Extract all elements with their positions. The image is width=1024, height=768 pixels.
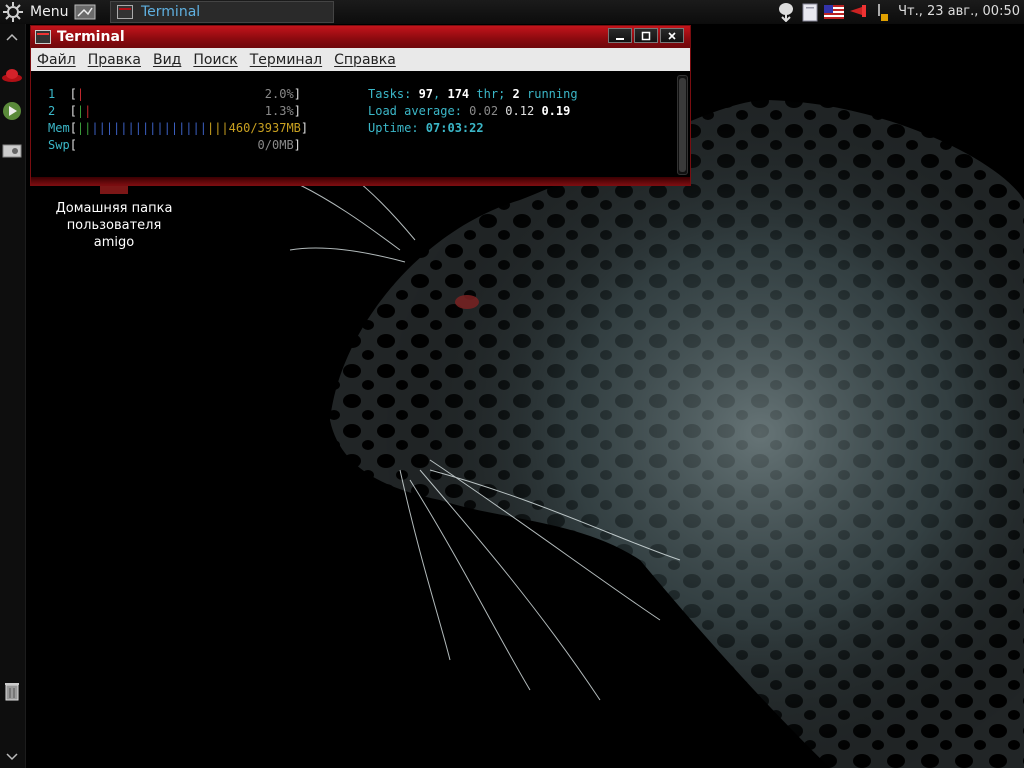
cpu2-value: 1.3% bbox=[264, 104, 294, 118]
left-launcher-panel bbox=[0, 24, 26, 768]
top-taskbar: Menu Terminal Чт., 23 авг., 00:50 bbox=[0, 0, 1024, 24]
menu-help[interactable]: Справка bbox=[334, 52, 396, 68]
menu-terminal[interactable]: Терминал bbox=[250, 52, 322, 68]
expand-down-arrow-icon[interactable] bbox=[1, 746, 23, 768]
terminal-title: Terminal bbox=[57, 29, 125, 45]
running-count: 2 bbox=[512, 87, 520, 101]
home-folder-label-line2: пользователя bbox=[66, 218, 162, 233]
clipboard-icon[interactable] bbox=[800, 2, 820, 22]
uptime-label: Uptime: bbox=[368, 121, 426, 135]
taskbar-item-terminal[interactable]: Terminal bbox=[110, 1, 334, 23]
close-button[interactable] bbox=[660, 28, 684, 43]
trash-icon[interactable] bbox=[1, 680, 23, 702]
home-folder-label-line1: Домашняя папка bbox=[55, 201, 173, 216]
terminal-title-bar[interactable]: Terminal bbox=[31, 26, 690, 48]
network-icon[interactable] bbox=[848, 2, 868, 22]
system-tray bbox=[776, 0, 892, 24]
home-folder-desktop-icon[interactable]: Домашняя папка пользователя amigo bbox=[48, 178, 180, 251]
threads-count: 174 bbox=[447, 87, 470, 101]
mem-label: Mem bbox=[48, 121, 70, 135]
taskbar-item-label: Terminal bbox=[141, 4, 201, 20]
htop-cpu2-row: 2 [|| 1.3%] bbox=[48, 104, 301, 118]
show-desktop-icon[interactable] bbox=[74, 2, 96, 22]
htop-mem-row: Mem[|||||||||||||||||||||460/3937MB] bbox=[48, 121, 309, 135]
minimize-button[interactable] bbox=[608, 28, 632, 43]
minimize-icon bbox=[616, 37, 624, 40]
htop-swp-row: Swp[ 0/0MB] bbox=[48, 138, 301, 152]
htop-cpu1-row: 1 [| 2.0%] bbox=[48, 87, 301, 101]
us-flag-keyboard-icon[interactable] bbox=[824, 2, 844, 22]
menu-view[interactable]: Вид bbox=[153, 52, 181, 68]
swp-label: Swp bbox=[48, 138, 70, 152]
running-label: running bbox=[519, 87, 578, 101]
mem-value: 460/3937MB bbox=[228, 121, 301, 135]
close-icon bbox=[668, 31, 676, 40]
htop-tasks-row: Tasks: 97, 174 thr; 2 running bbox=[368, 86, 578, 103]
clock[interactable]: Чт., 23 авг., 00:50 bbox=[898, 0, 1024, 24]
tasks-sep: , bbox=[433, 87, 448, 101]
cpu1-value: 2.0% bbox=[264, 87, 294, 101]
scrollbar-thumb[interactable] bbox=[679, 78, 686, 172]
uptime-value: 07:03:22 bbox=[425, 121, 484, 135]
menu-file[interactable]: Файл bbox=[37, 52, 76, 68]
home-folder-label: Домашняя папка пользователя amigo bbox=[48, 200, 180, 251]
launcher-screenshot-icon[interactable] bbox=[1, 140, 23, 162]
download-icon[interactable] bbox=[776, 2, 796, 22]
terminal-scrollbar[interactable] bbox=[677, 75, 688, 175]
tasks-count: 97 bbox=[418, 87, 434, 101]
main-menu-button[interactable]: Menu bbox=[2, 0, 68, 24]
load-label: Load average: bbox=[368, 104, 470, 118]
collapse-up-arrow-icon[interactable] bbox=[1, 26, 23, 48]
menu-edit[interactable]: Правка bbox=[88, 52, 141, 68]
terminal-window-icon bbox=[35, 30, 51, 44]
home-folder-label-line3: amigo bbox=[93, 235, 135, 250]
load-1: 0.02 bbox=[469, 104, 499, 118]
launcher-hat-icon[interactable] bbox=[1, 64, 23, 86]
terminal-bottom-border bbox=[31, 177, 690, 185]
terminal-menubar: Файл Правка Вид Поиск Терминал Справка bbox=[31, 48, 690, 71]
htop-uptime-row: Uptime: 07:03:22 bbox=[368, 120, 484, 137]
terminal-app-icon bbox=[117, 5, 133, 19]
htop-load-row: Load average: 0.02 0.12 0.19 bbox=[368, 103, 570, 120]
maximize-icon bbox=[641, 31, 651, 40]
terminal-output[interactable]: 1 [| 2.0%] 2 [|| 1.3%] Mem[|||||||||||||… bbox=[31, 71, 690, 179]
load-15: 0.19 bbox=[541, 104, 571, 118]
maximize-button[interactable] bbox=[634, 28, 658, 43]
terminal-window: Terminal Файл Правка Вид Поиск Терминал … bbox=[30, 25, 691, 186]
threads-label: thr; bbox=[469, 87, 513, 101]
menu-label: Menu bbox=[30, 4, 69, 20]
load-5: 0.12 bbox=[505, 104, 535, 118]
menu-search[interactable]: Поиск bbox=[193, 52, 237, 68]
swp-value: 0/0MB bbox=[257, 138, 294, 152]
tasks-label: Tasks: bbox=[368, 87, 419, 101]
gear-menu-icon bbox=[3, 2, 23, 22]
update-icon[interactable] bbox=[872, 2, 892, 22]
launcher-run-icon[interactable] bbox=[1, 100, 23, 122]
